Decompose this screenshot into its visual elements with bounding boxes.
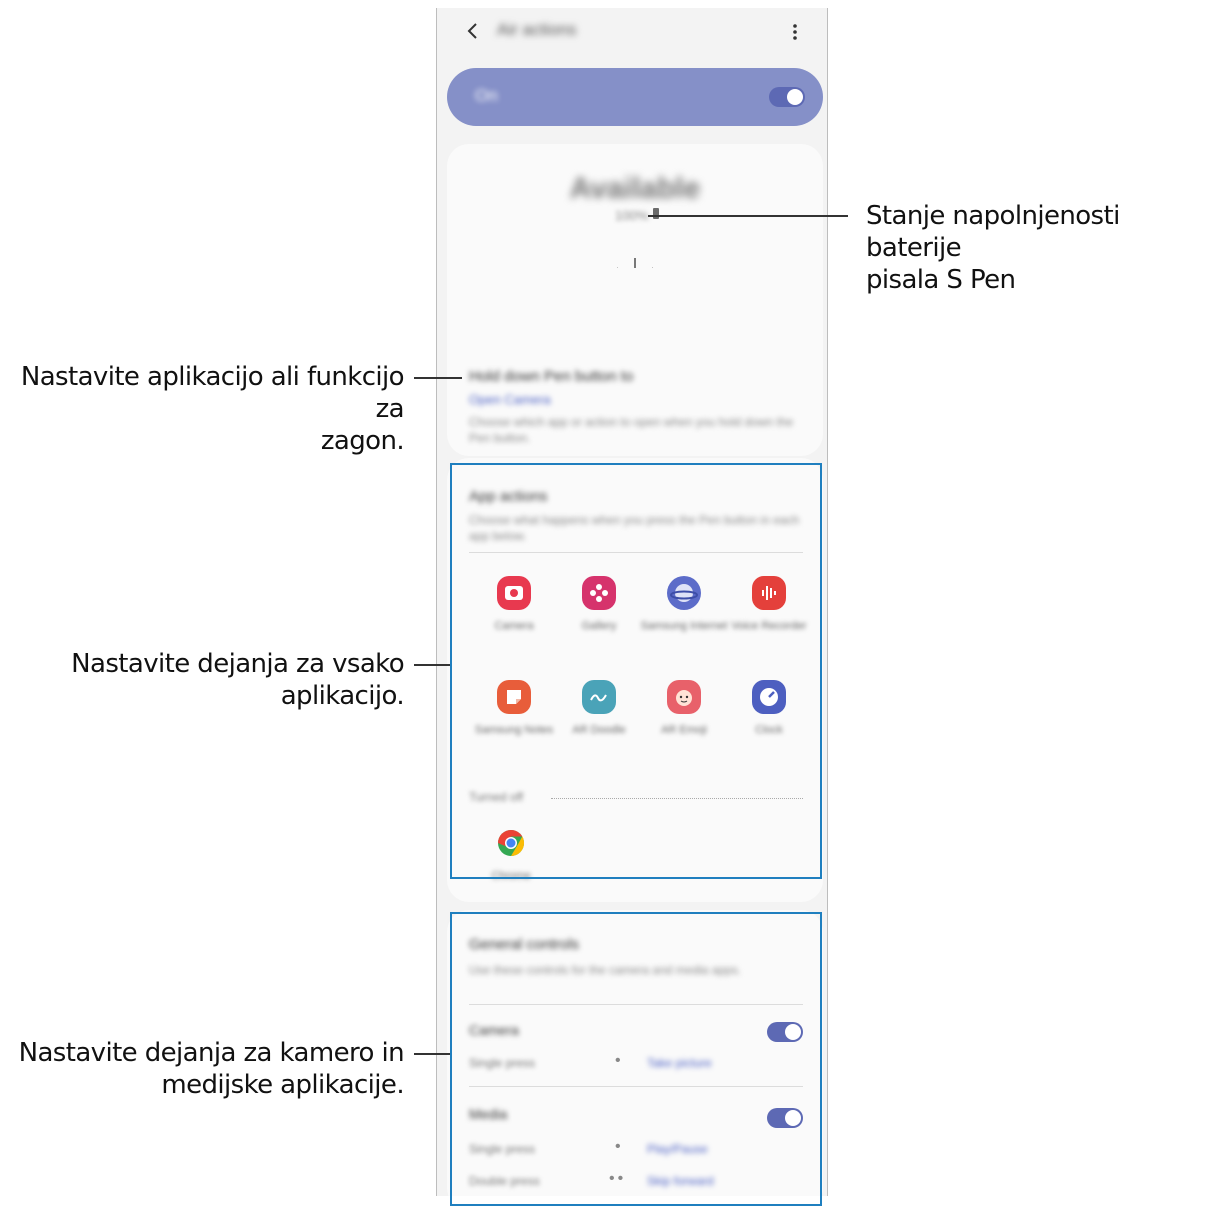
callout-battery: Stanje napolnjenosti baterije pisala S P… — [866, 200, 1216, 296]
back-arrow-icon[interactable] — [463, 20, 483, 42]
callout-media: Nastavite dejanja za kamero in medijske … — [0, 1037, 405, 1101]
callout-apps-line-2: aplikacijo. — [280, 681, 405, 711]
pen-button-action-link[interactable]: Open Camera — [469, 392, 551, 407]
app-actions-highlight — [450, 463, 822, 879]
more-options-icon[interactable] — [789, 20, 801, 44]
callout-battery-line-2: pisala S Pen — [866, 265, 1016, 295]
callout-line-media — [414, 1053, 450, 1055]
callout-battery-line-1: Stanje napolnjenosti baterije — [866, 201, 1120, 263]
battery-level-text: 100% — [615, 208, 649, 223]
status-text: Available — [569, 172, 701, 205]
callout-media-line-2: medijske aplikacije. — [161, 1070, 404, 1100]
master-switch-label: On — [475, 86, 498, 105]
callout-media-line-1: Nastavite dejanja za kamero in — [18, 1038, 405, 1068]
page-title: Air actions — [497, 20, 577, 39]
pen-button-title: Hold down Pen button to — [469, 368, 634, 385]
battery-icon — [653, 208, 659, 219]
app-bar: Air actions — [437, 8, 827, 58]
callout-button-line-2: zagon. — [320, 426, 405, 456]
callout-line-apps — [414, 664, 450, 666]
master-switch-bar[interactable]: On — [447, 68, 823, 126]
pen-button-card[interactable]: Hold down Pen button to Open Camera Choo… — [447, 268, 823, 456]
general-controls-highlight — [450, 912, 822, 1206]
callout-apps-line-1: Nastavite dejanja za vsako — [71, 649, 404, 679]
callout-button: Nastavite aplikacijo ali funkcijo za zag… — [0, 361, 405, 457]
callout-apps: Nastavite dejanja za vsako aplikacijo. — [0, 648, 404, 712]
pen-button-description: Choose which app or action to open when … — [469, 415, 794, 445]
callout-line-battery — [648, 215, 848, 217]
callout-line-button — [414, 377, 462, 379]
callout-button-line-1: Nastavite aplikacijo ali funkcijo za — [20, 362, 405, 424]
master-toggle[interactable] — [769, 87, 805, 107]
